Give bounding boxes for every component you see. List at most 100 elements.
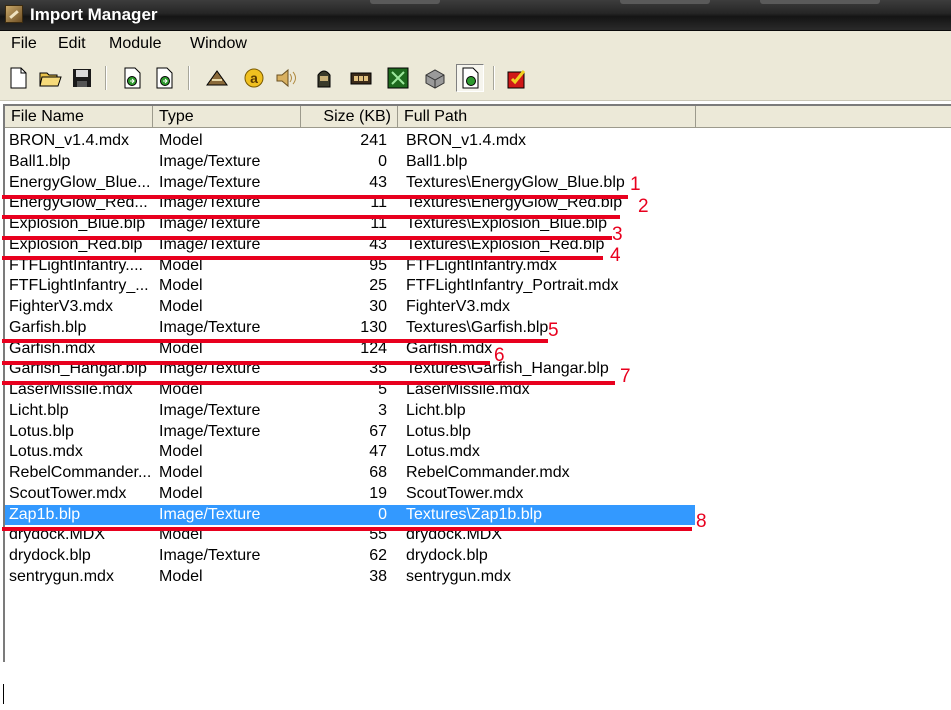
full-path-cell: BRON_v1.4.mdx [406, 132, 527, 149]
full-path-cell: Lotus.mdx [406, 443, 480, 461]
file-name-cell: FTFLightInfantry_... [9, 277, 149, 295]
test-map-button[interactable] [503, 64, 531, 92]
table-row[interactable]: FTFLightInfantry_... Model 25 FTFLightInfan… [5, 276, 695, 296]
column-header-file-name[interactable]: File Name [5, 106, 153, 128]
table-row[interactable]: EnergyGlow_Blue... Image/Texture 43 Texture… [5, 173, 695, 193]
menu-file[interactable]: File [9, 35, 39, 53]
open-button[interactable] [36, 64, 64, 92]
file-name-cell: EnergyGlow_Blue... [9, 173, 151, 191]
import-button[interactable] [118, 64, 146, 92]
toolbar-separator [105, 66, 107, 90]
annotation-number: 2 [638, 196, 649, 217]
annotation-underline [2, 339, 548, 343]
column-header-size[interactable]: Size (KB) [301, 106, 398, 128]
full-path-cell: Licht.blp [406, 401, 466, 419]
file-name-cell: BRON_v1.4.mdx [9, 132, 130, 149]
size-cell: 0 [378, 505, 387, 523]
size-cell: 30 [369, 298, 387, 315]
import-file-icon [124, 67, 141, 89]
table-row[interactable]: ScoutTower.mdx Model 19 ScoutTower.mdx [5, 484, 695, 504]
table-row[interactable]: Garfish.blp Image/Texture 130 Textures\Garf… [5, 318, 695, 338]
type-cell: Image/Texture [159, 401, 261, 419]
column-header-full-path[interactable]: Full Path [398, 106, 696, 128]
unit-editor-button[interactable] [310, 64, 338, 92]
import-manager-button[interactable] [456, 64, 484, 92]
annotation-underline [2, 381, 615, 385]
type-cell: Image/Texture [159, 173, 261, 191]
table-row[interactable]: Lotus.blp Image/Texture 67 Lotus.blp [5, 422, 695, 442]
svg-text:a: a [250, 70, 258, 86]
size-cell: 19 [369, 484, 387, 502]
title-bar-decoration [760, 0, 880, 4]
toolbar: a [0, 56, 951, 101]
menu-bar: File Edit Module Window [0, 31, 951, 56]
save-button[interactable] [68, 64, 96, 92]
file-name-cell: Zap1b.blp [9, 505, 81, 523]
annotation-underline [2, 236, 612, 240]
column-header-type[interactable]: Type [153, 106, 301, 128]
terrain-editor-button[interactable] [384, 64, 412, 92]
size-cell: 67 [369, 422, 387, 440]
table-row[interactable]: BRON_v1.4.mdx Model 241 BRON_v1.4.mdx [5, 131, 695, 151]
menu-module[interactable]: Module [107, 35, 163, 53]
full-path-cell: ScoutTower.mdx [406, 484, 524, 502]
type-cell: Model [159, 464, 203, 481]
full-path-cell: drydock.blp [406, 547, 488, 564]
full-path-cell: Textures\EnergyGlow_Blue.blp [406, 173, 625, 191]
annotation-number: 4 [610, 245, 621, 266]
model-viewer-button[interactable] [203, 64, 231, 92]
table-row[interactable]: FighterV3.mdx Model 30 FighterV3.mdx [5, 297, 695, 317]
full-path-cell: sentrygun.mdx [406, 567, 511, 585]
type-cell: Image/Texture [159, 318, 261, 336]
window-title: Import Manager [30, 5, 158, 24]
size-cell: 0 [378, 152, 387, 170]
menu-edit[interactable]: Edit [56, 35, 88, 53]
menu-window[interactable]: Window [188, 35, 249, 53]
toolbar-separator [188, 66, 190, 90]
object-editor-icon [425, 69, 445, 89]
file-name-cell: Ball1.blp [9, 152, 71, 170]
type-cell: Model [159, 443, 203, 461]
table-row[interactable]: Lotus.mdx Model 47 Lotus.mdx [5, 442, 695, 462]
full-path-cell: Textures\Zap1b.blp [406, 505, 543, 523]
bottom-edge-mark [3, 684, 4, 704]
file-name-cell: ScoutTower.mdx [9, 484, 127, 502]
open-folder-icon [39, 72, 62, 87]
terrain-editor-icon [387, 67, 409, 89]
type-cell: Image/Texture [159, 547, 261, 564]
table-row[interactable]: sentrygun.mdx Model 38 sentrygun.mdx [5, 567, 695, 587]
export-file-icon [156, 67, 173, 89]
export-button[interactable] [150, 64, 178, 92]
file-name-cell: FighterV3.mdx [9, 298, 114, 315]
table-row[interactable]: RebelCommander... Model 68 RebelCommander.m… [5, 463, 695, 483]
item-editor-button[interactable] [347, 64, 375, 92]
full-path-cell: FTFLightInfantry_Portrait.mdx [406, 277, 619, 295]
test-map-icon [507, 70, 526, 89]
annotation-number: 7 [620, 366, 631, 387]
unit-editor-icon [317, 70, 331, 88]
toolbar-separator [493, 66, 495, 90]
ability-editor-icon: a [244, 68, 264, 88]
size-cell: 68 [369, 464, 387, 481]
annotation-number: 6 [494, 345, 505, 366]
full-path-cell: FighterV3.mdx [406, 298, 511, 315]
object-editor-button[interactable] [421, 64, 449, 92]
table-row[interactable]: drydock.blp Image/Texture 62 drydock.blp [5, 546, 695, 566]
table-row[interactable]: Ball1.blp Image/Texture 0 Ball1.blp [5, 152, 695, 172]
type-cell: Model [159, 132, 203, 149]
sound-editor-button[interactable] [272, 64, 300, 92]
table-row[interactable]: Licht.blp Image/Texture 3 Licht.blp [5, 401, 695, 421]
table-row[interactable]: Zap1b.blp Image/Texture 0 Textures\Zap1b.bl… [5, 504, 695, 525]
annotation-number: 8 [696, 511, 707, 532]
new-button[interactable] [4, 64, 32, 92]
type-cell: Image/Texture [159, 152, 261, 170]
full-path-cell: Ball1.blp [406, 152, 468, 170]
annotation-underline [2, 215, 620, 219]
file-name-cell: sentrygun.mdx [9, 567, 114, 585]
type-cell: Model [159, 277, 203, 295]
ability-editor-button[interactable]: a [240, 64, 268, 92]
size-cell: 38 [369, 567, 387, 585]
file-name-cell: drydock.blp [9, 547, 91, 564]
title-bar-decoration [370, 0, 440, 4]
title-bar-decoration [620, 0, 710, 4]
